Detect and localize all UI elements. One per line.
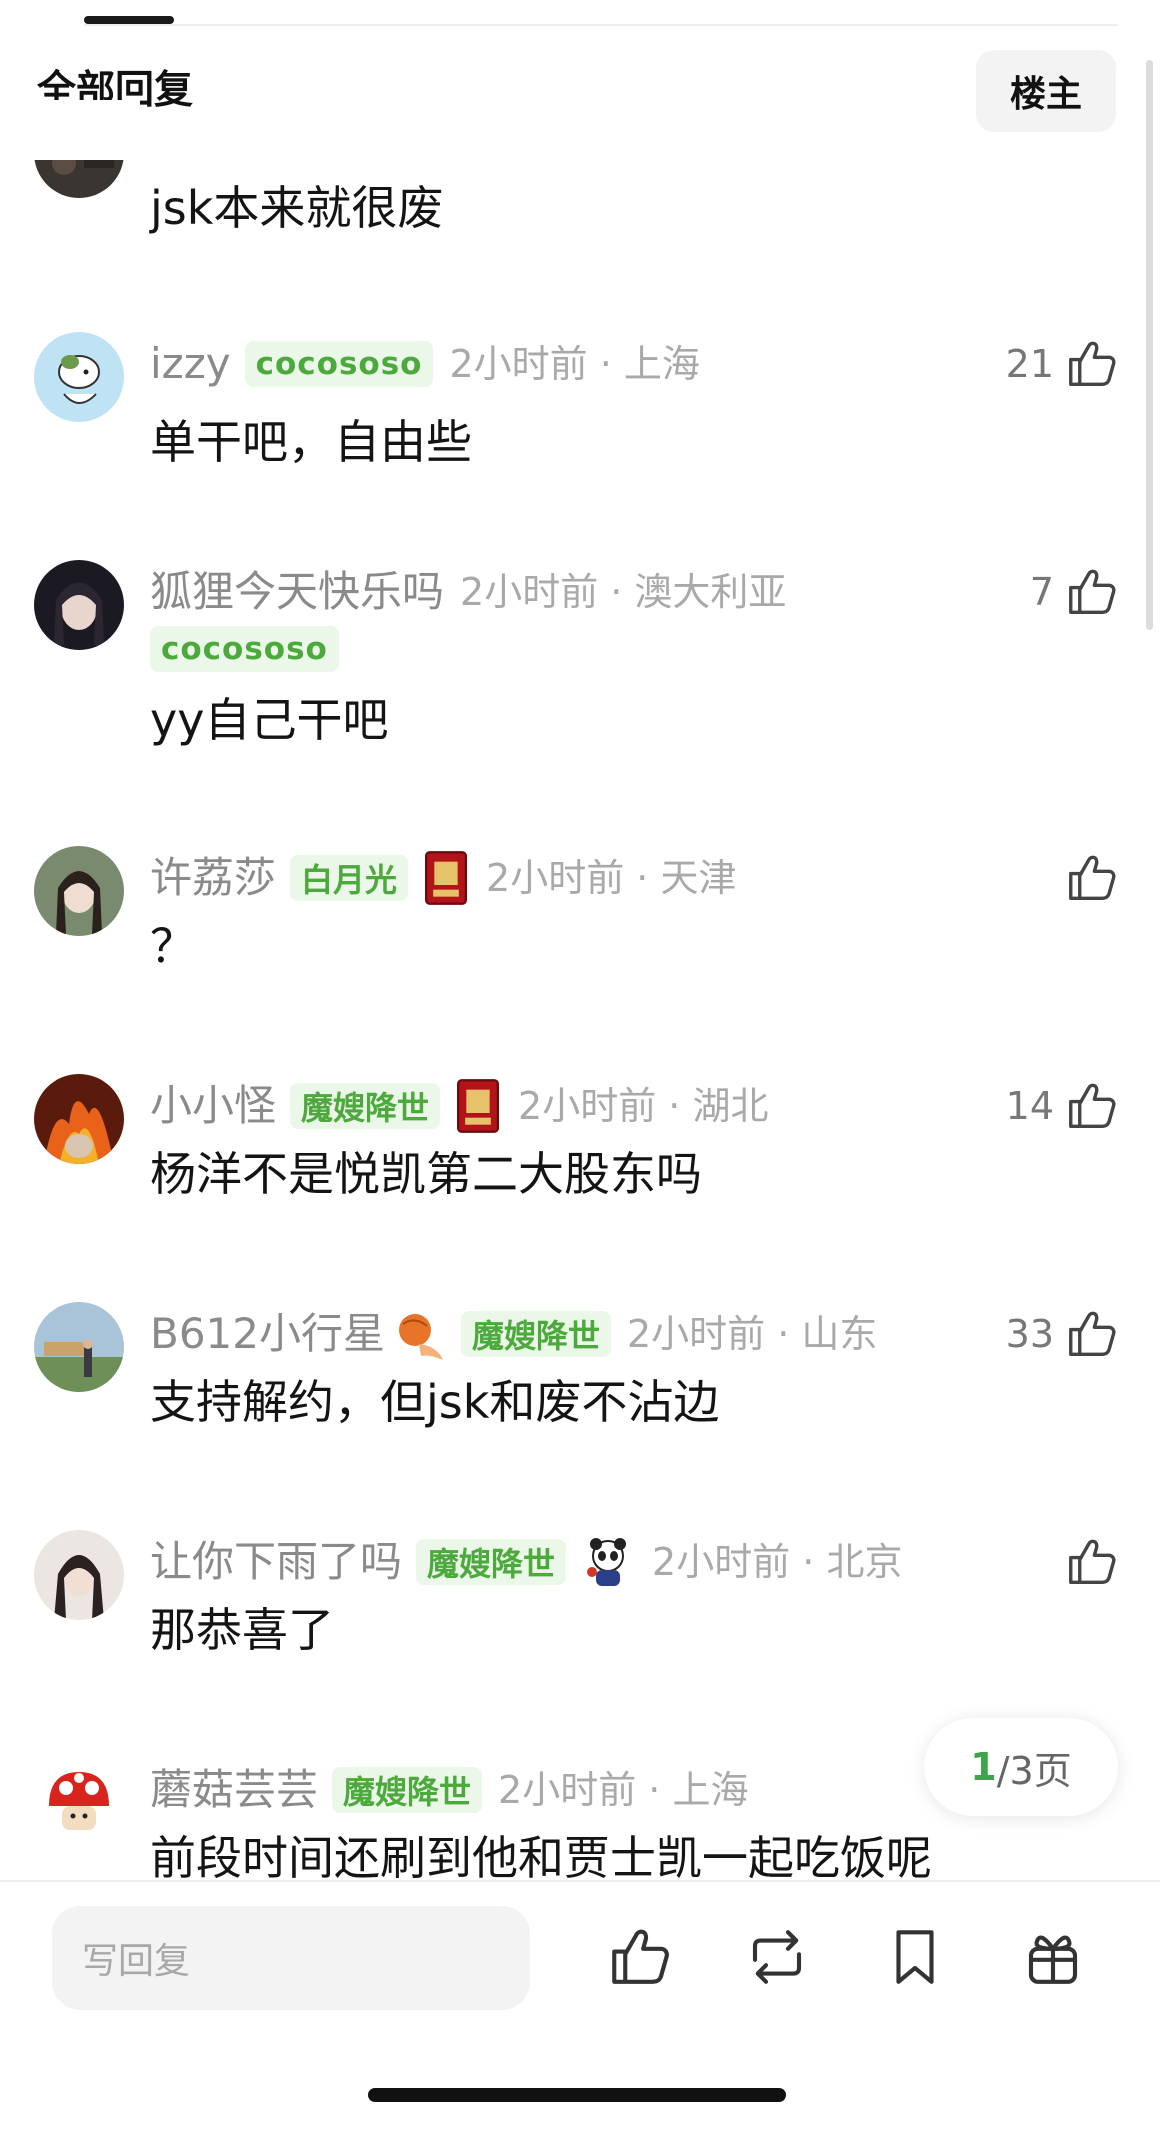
time-location: 2小时前 · 湖北 bbox=[518, 1084, 769, 1128]
like-count: 14 bbox=[1005, 1084, 1054, 1128]
avatar[interactable] bbox=[34, 560, 124, 650]
scroll-mask bbox=[20, 100, 140, 160]
time-location: 2小时前 · 北京 bbox=[652, 1540, 903, 1584]
thumbs-up-icon bbox=[1064, 1535, 1118, 1589]
time-location: 2小时前 · 上海 bbox=[498, 1768, 749, 1812]
comment-text: 单干吧，自由些 bbox=[150, 415, 472, 469]
avatar[interactable] bbox=[34, 332, 124, 422]
thumbs-up-icon bbox=[1064, 1079, 1118, 1133]
red-book-badge-icon bbox=[422, 850, 470, 906]
like-button[interactable]: 14 bbox=[1006, 1078, 1118, 1134]
time-location: 2小时前 · 澳大利亚 bbox=[460, 570, 787, 614]
comment-text: 支持解约，但jsk和废不沾边 bbox=[150, 1375, 720, 1429]
comment-text: yy自己干吧 bbox=[150, 693, 389, 747]
username[interactable]: 狐狸今天快乐吗 bbox=[150, 566, 444, 618]
thumbs-up-icon bbox=[1064, 1307, 1118, 1361]
page-indicator[interactable]: 1 /3页 bbox=[924, 1718, 1118, 1816]
home-indicator[interactable] bbox=[368, 2088, 786, 2102]
fan-tag[interactable]: cocososo bbox=[150, 626, 339, 672]
total-pages: /3页 bbox=[996, 1748, 1072, 1793]
time-location: 2小时前 · 山东 bbox=[627, 1312, 878, 1356]
comment-meta: 许荔莎 白月光 2小时前 · 天津 bbox=[150, 850, 737, 906]
bookmark-icon bbox=[882, 1924, 948, 1990]
gift-icon bbox=[1020, 1924, 1086, 1990]
like-button[interactable] bbox=[1064, 1534, 1118, 1590]
like-count: 7 bbox=[1029, 570, 1054, 614]
like-count: 21 bbox=[1005, 342, 1054, 386]
thumbs-up-icon bbox=[606, 1924, 672, 1990]
thumbs-up-icon bbox=[1064, 851, 1118, 905]
comment-screen: { "header": { "section_title": "全部回复", "… bbox=[0, 0, 1160, 2131]
fan-tag[interactable]: 白月光 bbox=[290, 855, 409, 901]
comment-meta: izzy cocososo 2小时前 · 上海 bbox=[150, 338, 700, 390]
thumbs-up-icon bbox=[1064, 565, 1118, 619]
username[interactable]: 蘑菇芸芸 bbox=[150, 1764, 318, 1816]
repost-button[interactable] bbox=[744, 1924, 810, 1990]
fan-tag[interactable]: cocososo bbox=[244, 341, 434, 387]
bottom-action-bar: 写回复 bbox=[0, 1880, 1160, 2131]
fan-tag[interactable]: 魔嫂降世 bbox=[332, 1767, 483, 1813]
fan-tag[interactable]: 魔嫂降世 bbox=[416, 1539, 567, 1585]
like-button[interactable] bbox=[1064, 850, 1118, 906]
username[interactable]: 许荔莎 bbox=[150, 852, 276, 904]
comment-meta: 蘑菇芸芸 魔嫂降世 2小时前 · 上海 bbox=[150, 1764, 748, 1816]
time-location: 2小时前 · 天津 bbox=[486, 856, 737, 900]
username[interactable]: izzy bbox=[150, 338, 231, 390]
username[interactable]: B612小行星 bbox=[150, 1308, 385, 1360]
avatar[interactable] bbox=[34, 1530, 124, 1620]
panda-badge-icon bbox=[580, 1534, 636, 1590]
fan-tag[interactable]: 魔嫂降世 bbox=[460, 1311, 611, 1357]
tag-row: cocososo bbox=[150, 626, 339, 672]
like-post-button[interactable] bbox=[606, 1924, 672, 1990]
username[interactable]: 小小怪 bbox=[150, 1080, 276, 1132]
current-page: 1 bbox=[970, 1745, 997, 1789]
avatar[interactable] bbox=[34, 1758, 124, 1848]
gift-button[interactable] bbox=[1020, 1924, 1086, 1990]
comment-text: 前段时间还刷到他和贾士凯一起吃饭呢 bbox=[150, 1831, 932, 1880]
tab-indicator bbox=[84, 16, 174, 24]
scrollbar[interactable] bbox=[1146, 60, 1153, 630]
fire-ball-badge-icon bbox=[389, 1306, 447, 1362]
comment-meta: 小小怪 魔嫂降世 2小时前 · 湖北 bbox=[150, 1078, 769, 1134]
like-button[interactable]: 33 bbox=[1006, 1306, 1118, 1362]
avatar[interactable] bbox=[34, 846, 124, 936]
comment-meta: 让你下雨了吗 魔嫂降世 2小时前 · 北京 bbox=[150, 1536, 902, 1588]
bookmark-button[interactable] bbox=[882, 1924, 948, 1990]
repost-icon bbox=[744, 1924, 810, 1990]
reply-input[interactable]: 写回复 bbox=[52, 1906, 530, 2010]
username[interactable]: 让你下雨了吗 bbox=[150, 1536, 402, 1588]
fan-tag[interactable]: 魔嫂降世 bbox=[290, 1083, 441, 1129]
avatar[interactable] bbox=[34, 1074, 124, 1164]
comment-text: ？ bbox=[150, 919, 196, 973]
op-only-filter-button[interactable]: 楼主 bbox=[976, 50, 1116, 132]
like-button[interactable]: 21 bbox=[1006, 336, 1118, 392]
avatar[interactable] bbox=[34, 1302, 124, 1392]
time-location: 2小时前 · 上海 bbox=[449, 342, 700, 386]
comment-text: 杨洋不是悦凯第二大股东吗 bbox=[150, 1147, 702, 1201]
comment-text: 那恭喜了 bbox=[150, 1603, 334, 1657]
like-count: 33 bbox=[1005, 1312, 1054, 1356]
comment-meta: B612小行星 魔嫂降世 2小时前 · 山东 bbox=[150, 1308, 877, 1360]
comment-meta: 狐狸今天快乐吗 2小时前 · 澳大利亚 bbox=[150, 566, 786, 618]
top-divider bbox=[84, 24, 1118, 26]
red-book-badge-icon bbox=[454, 1078, 502, 1134]
comment-text: jsk本来就很废 bbox=[150, 181, 444, 235]
thumbs-up-icon bbox=[1064, 337, 1118, 391]
like-button[interactable]: 7 bbox=[1030, 564, 1118, 620]
